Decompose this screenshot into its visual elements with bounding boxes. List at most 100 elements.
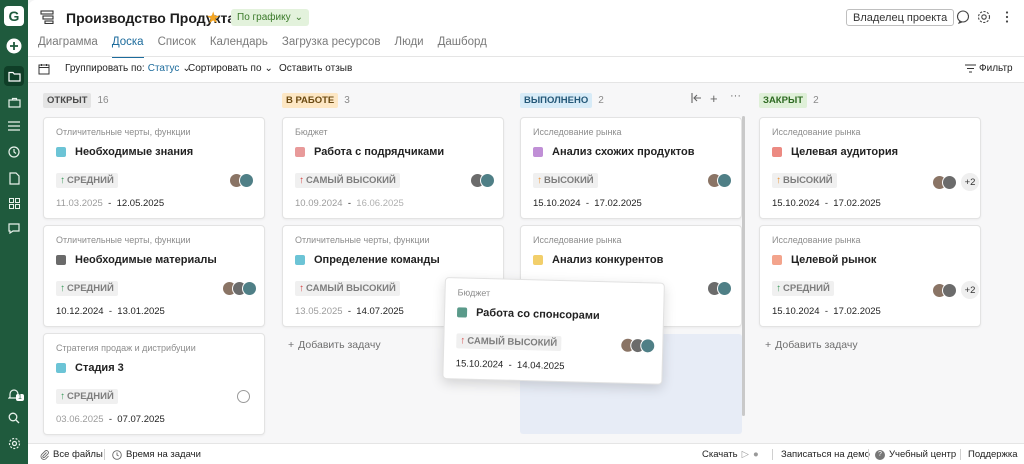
start-date: 15.10.2024	[533, 198, 581, 209]
priority-arrow-icon: ↑	[299, 283, 304, 294]
priority-arrow-icon: ↑	[299, 175, 304, 186]
add-icon[interactable]	[4, 36, 24, 56]
start-date: 15.10.2024	[455, 358, 504, 371]
add-task-button[interactable]: + Добавить задачу	[288, 339, 381, 351]
app-logo[interactable]: G	[4, 6, 24, 26]
priority-badge[interactable]: ↑ ВЫСОКИЙ	[772, 173, 837, 188]
task-color-square	[295, 147, 305, 157]
favorite-star-icon[interactable]: ★	[206, 8, 220, 28]
all-files-label: Все файлы	[53, 449, 103, 460]
tab-gantt[interactable]: Диаграмма	[38, 36, 98, 56]
assignee-avatars[interactable]	[470, 173, 495, 188]
dragged-task-card[interactable]: Бюджет Работа со спонсорами ↑ САМЫЙ ВЫСО…	[442, 277, 665, 385]
clock-icon[interactable]	[4, 142, 24, 162]
task-category: Исследование рынка	[533, 127, 622, 137]
tab-board[interactable]: Доска	[111, 36, 144, 58]
assignee-avatars[interactable]	[707, 173, 732, 188]
assignee-avatars[interactable]	[707, 281, 732, 296]
add-task-button[interactable]: + Добавить задачу	[765, 339, 858, 351]
book-demo-link[interactable]: Записаться на демо	[781, 449, 870, 460]
document-icon[interactable]	[4, 168, 24, 188]
tab-workload[interactable]: Загрузка ресурсов	[282, 36, 381, 56]
assignee-avatars[interactable]: +2	[932, 173, 979, 191]
group-by-dropdown[interactable]: Группировать по: Статус ⌄	[65, 63, 191, 74]
portfolio-icon[interactable]	[4, 92, 24, 112]
assignee-avatars[interactable]	[229, 173, 254, 188]
calendar-toggle-icon[interactable]	[38, 63, 50, 75]
download-label: Скачать	[702, 449, 738, 460]
column-menu-icon[interactable]: ···	[730, 90, 741, 102]
footer-bar: Все файлы Время на задачи Скачать ▷ ● За…	[28, 443, 1024, 464]
project-settings-icon[interactable]	[977, 10, 991, 24]
sort-by-dropdown[interactable]: Сортировать по ⌄	[188, 63, 273, 74]
collapse-column-icon[interactable]	[691, 93, 702, 103]
add-task-label: Добавить задачу	[775, 339, 858, 351]
notifications-icon[interactable]: 1	[4, 384, 24, 404]
task-name: Анализ схожих продуктов	[552, 146, 695, 158]
task-card[interactable]: Отличительные черты, функции Необходимые…	[43, 225, 265, 327]
time-on-tasks-label: Время на задачи	[126, 449, 201, 460]
time-on-tasks-link[interactable]: Время на задачи	[112, 449, 201, 460]
task-dates: 15.10.2024 - 17.02.2025	[772, 306, 881, 317]
priority-badge[interactable]: ↑ САМЫЙ ВЫСОКИЙ	[295, 173, 400, 188]
column-scrollbar[interactable]	[742, 116, 745, 416]
filter-icon	[965, 64, 976, 73]
more-assignees-count: +2	[961, 281, 979, 299]
priority-badge[interactable]: ↑ САМЫЙ ВЫСОКИЙ	[295, 281, 400, 296]
list-icon[interactable]	[4, 116, 24, 136]
assignee-avatars[interactable]	[620, 337, 656, 354]
assignee-avatars[interactable]	[222, 281, 257, 296]
filter-button[interactable]: Фильтр	[965, 63, 1013, 74]
task-card[interactable]: Бюджет Работа с подрядчиками ↑ САМЫЙ ВЫС…	[282, 117, 504, 219]
task-card[interactable]: Стратегия продаж и дистрибуции Стадия 3 …	[43, 333, 265, 435]
assign-user-icon[interactable]	[237, 390, 250, 403]
task-card[interactable]: Исследование рынка Анализ схожих продукт…	[520, 117, 742, 219]
date-separator: -	[108, 198, 112, 209]
priority-label: СРЕДНИЙ	[67, 283, 114, 294]
priority-badge[interactable]: ↑ СРЕДНИЙ	[56, 281, 118, 296]
more-options-icon[interactable]	[1000, 10, 1014, 24]
tab-dashboard[interactable]: Дашборд	[438, 36, 487, 56]
start-date: 03.06.2025	[56, 414, 104, 425]
learning-center-link[interactable]: ? Учебный центр	[875, 449, 956, 460]
all-files-link[interactable]: Все файлы	[40, 449, 103, 460]
tab-list[interactable]: Список	[158, 36, 196, 56]
tab-people[interactable]: Люди	[395, 36, 424, 56]
chat-icon[interactable]	[4, 218, 24, 238]
divider	[28, 56, 1024, 57]
task-card[interactable]: Отличительные черты, функции Необходимые…	[43, 117, 265, 219]
projects-folder-icon[interactable]	[4, 66, 24, 86]
view-tabs: Диаграмма Доска Список Календарь Загрузк…	[38, 36, 487, 58]
project-status-dropdown[interactable]: По графику ⌄	[231, 9, 309, 26]
add-task-label: Добавить задачу	[298, 339, 381, 351]
priority-badge[interactable]: ↑ СРЕДНИЙ	[56, 173, 118, 188]
priority-label: САМЫЙ ВЫСОКИЙ	[306, 175, 396, 186]
search-icon[interactable]	[4, 408, 24, 428]
download-link[interactable]: Скачать ▷ ●	[702, 449, 759, 460]
end-date: 14.07.2025	[356, 306, 404, 317]
comments-icon[interactable]	[956, 10, 970, 24]
priority-badge[interactable]: ↑ САМЫЙ ВЫСОКИЙ	[456, 333, 562, 352]
task-card[interactable]: Исследование рынка Целевой рынок ↑ СРЕДН…	[759, 225, 981, 327]
priority-badge[interactable]: ↑ СРЕДНИЙ	[772, 281, 834, 296]
priority-badge[interactable]: ↑ СРЕДНИЙ	[56, 389, 118, 404]
settings-icon[interactable]	[4, 433, 24, 453]
tab-calendar[interactable]: Календарь	[210, 36, 268, 56]
feedback-button[interactable]: Оставить отзыв	[279, 63, 352, 74]
task-color-square	[56, 363, 66, 373]
task-name: Работа с подрядчиками	[314, 146, 445, 158]
paperclip-icon	[40, 449, 49, 460]
project-owner-button[interactable]: Владелец проекта	[846, 9, 955, 26]
priority-badge[interactable]: ↑ ВЫСОКИЙ	[533, 173, 598, 188]
chevron-down-icon: ⌄	[264, 63, 273, 74]
column-header: В РАБОТЕ 3	[282, 92, 350, 108]
end-date: 07.07.2025	[117, 414, 165, 425]
grid-icon[interactable]	[4, 193, 24, 213]
task-card[interactable]: Исследование рынка Целевая аудитория ↑ В…	[759, 117, 981, 219]
assignee-avatars[interactable]: +2	[932, 281, 979, 299]
board-toolbar: Группировать по: Статус ⌄ Сортировать по…	[28, 58, 1024, 80]
add-column-icon[interactable]: +	[710, 91, 718, 106]
main-area: Производство Продукта ★ По графику ⌄ Вла…	[28, 0, 1024, 464]
support-link[interactable]: Поддержка	[968, 449, 1018, 460]
plus-icon: +	[765, 339, 772, 351]
